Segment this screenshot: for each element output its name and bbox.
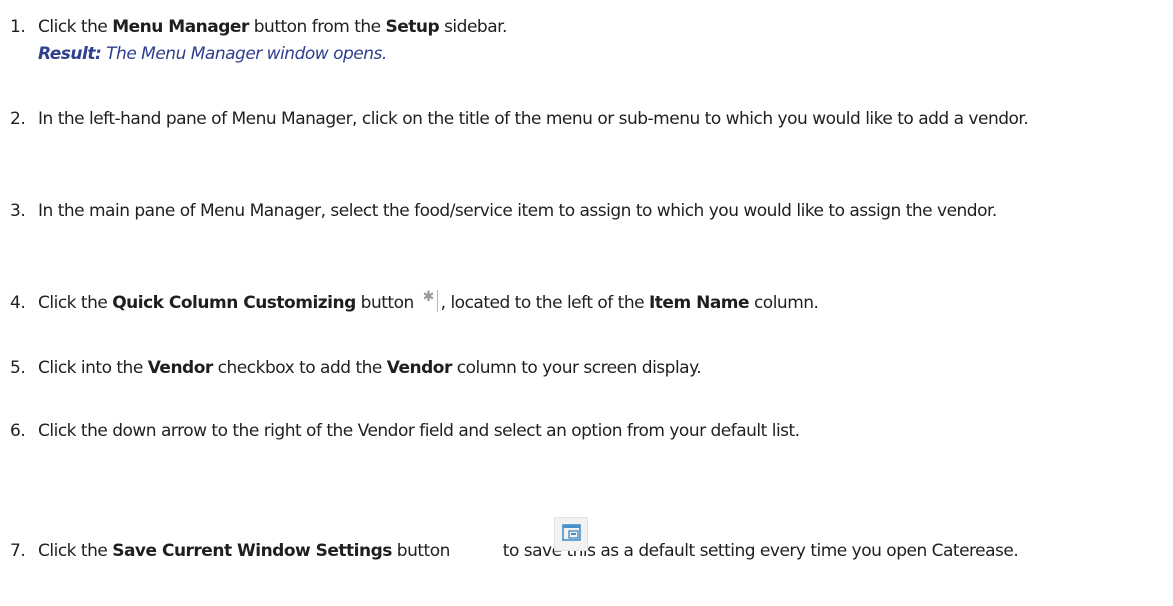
step-4: 4. Click the Quick Column Customizing but… (10, 289, 1160, 317)
step-text: column to your screen display. (451, 358, 702, 378)
step-number: 6. (10, 421, 26, 441)
step-number: 5. (10, 358, 26, 378)
step-2: 2. In the left-hand pane of Menu Manager,… (10, 106, 1160, 133)
step-number: 1. (10, 17, 26, 37)
quick-column-customizing-term: Quick Column Customizing (112, 293, 356, 313)
menu-manager-term: Menu Manager (112, 17, 249, 37)
step-number: 2. (10, 109, 26, 129)
step-text: Click the down arrow to the right of the… (38, 421, 800, 441)
step-text: column. (749, 293, 819, 313)
step-text: , located to the left of the (440, 293, 649, 313)
step-text: Click the (38, 541, 113, 561)
result-line: Result: The Menu Manager window opens. (38, 44, 387, 64)
step-3: 3. In the main pane of Menu Manager, sele… (10, 198, 1160, 225)
step-text: sidebar. (439, 17, 507, 37)
step-text: In the main pane of Menu Manager, select… (38, 201, 997, 221)
result-label: Result: (38, 44, 102, 64)
setup-term: Setup (385, 17, 440, 37)
step-text: button from the (248, 17, 386, 37)
step-number: 7. (10, 541, 26, 561)
save-current-window-settings-term: Save Current Window Settings (112, 541, 392, 561)
step-text: checkbox to add the (212, 358, 387, 378)
step-text: button (391, 541, 451, 561)
result-text: The Menu Manager window opens. (101, 44, 387, 64)
item-name-term: Item Name (648, 293, 750, 313)
vendor-term: Vendor (147, 358, 214, 378)
asterisk-column-icon: ✱ (423, 289, 441, 312)
vendor-term: Vendor (386, 358, 453, 378)
step-text: Click into the (38, 358, 148, 378)
step-text: Click the (38, 17, 113, 37)
step-number: 4. (10, 293, 26, 313)
step-number: 3. (10, 201, 26, 221)
step-1: 1. Click the Menu Manager button from the… (10, 14, 1160, 68)
step-text: Click the (38, 293, 113, 313)
step-6: 6. Click the down arrow to the right of t… (10, 418, 1160, 445)
save-window-settings-icon (554, 517, 588, 551)
instruction-document: 1. Click the Menu Manager button from the… (0, 0, 1173, 606)
step-5: 5. Click into the Vendor checkbox to add … (10, 355, 1160, 382)
step-text: button (355, 293, 419, 313)
step-text: In the left-hand pane of Menu Manager, c… (38, 109, 1029, 129)
